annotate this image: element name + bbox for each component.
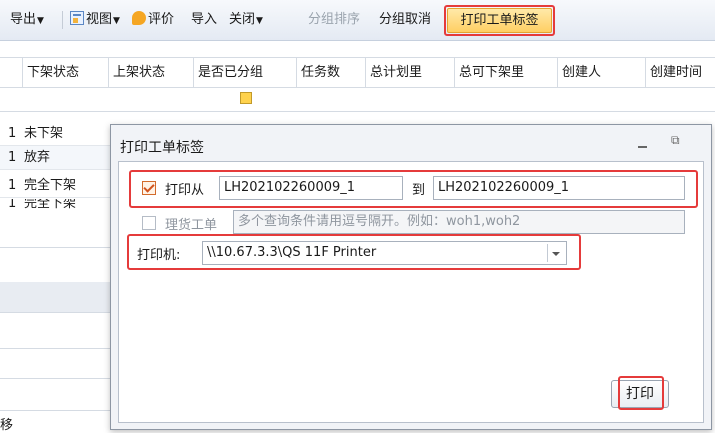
column-header[interactable]: 总计划里 — [365, 58, 454, 87]
printer-select[interactable]: \\10.67.3.3\QS 11F Printer — [202, 241, 567, 265]
column-header[interactable]: 任务数 — [296, 58, 365, 87]
chevron-down-icon: ▼ — [113, 16, 120, 26]
to-label: 到 — [412, 183, 426, 198]
from-input[interactable]: LH202102260009_1 — [219, 176, 403, 200]
grid-band — [0, 350, 120, 379]
row-count: 1 — [8, 178, 17, 193]
comment-icon — [132, 11, 146, 25]
chevron-down-icon — [547, 244, 564, 262]
table-row[interactable]: 1 放弃 — [0, 146, 120, 170]
group-sort-button[interactable]: 分组排序 — [308, 10, 360, 30]
column-header[interactable]: 是否已分组 — [193, 58, 296, 87]
import-button[interactable]: 导入 — [191, 10, 217, 30]
filter-row — [0, 87, 715, 112]
printer-value: \\10.67.3.3\QS 11F Printer — [207, 245, 377, 260]
view-menu[interactable]: 视图▼ — [70, 10, 120, 30]
table-row[interactable]: 1 完全下架 — [0, 199, 120, 211]
toolbar: 导出▼ 视图▼ 评价 导入 关闭▼ 分组排序 分组取消 打印工单标签 — [0, 0, 715, 41]
dialog-body: 打印从 LH202102260009_1 到 LH202102260009_1 … — [118, 161, 704, 423]
toolbar-separator — [62, 11, 63, 29]
highlight-box — [444, 5, 555, 36]
chevron-down-icon: ▼ — [256, 16, 263, 26]
grid-band — [0, 322, 120, 349]
view-icon — [70, 11, 84, 25]
grid-band — [0, 380, 120, 411]
minimize-icon[interactable] — [633, 135, 651, 153]
print-ticket-dialog: 打印工单标签 ⧉ 打印从 LH202102260009_1 到 LH202102… — [110, 124, 712, 430]
row-count: 1 — [8, 126, 17, 141]
ticket-label: 理货工单 — [165, 218, 218, 233]
to-input[interactable]: LH202102260009_1 — [433, 176, 685, 200]
evaluate-button[interactable]: 评价 — [132, 10, 174, 30]
printer-label: 打印机: — [137, 248, 181, 263]
column-header[interactable]: 创建人 — [557, 58, 645, 87]
chevron-down-icon: ▼ — [37, 16, 44, 26]
ticket-checkbox[interactable] — [142, 216, 156, 230]
grid-header: 下架状态 上架状态 是否已分组 任务数 总计划里 总可下架里 创建人 创建时间 — [0, 57, 715, 88]
row-count: 1 — [8, 199, 17, 211]
row-status: 完全下架 — [24, 178, 77, 193]
filter-checkbox[interactable] — [240, 92, 252, 104]
grid-band — [0, 211, 120, 248]
table-row[interactable]: 1 未下架 — [0, 122, 120, 146]
highlight-box — [618, 376, 664, 410]
dialog-title: 打印工单标签 — [120, 140, 204, 156]
close-label: 关闭 — [229, 12, 256, 27]
export-menu[interactable]: 导出▼ — [10, 10, 44, 30]
export-label: 导出 — [10, 12, 37, 27]
view-label: 视图 — [86, 12, 113, 27]
row-status: 放弃 — [24, 150, 51, 165]
ticket-input[interactable]: 多个查询条件请用逗号隔开。例如：woh1,woh2 — [233, 210, 685, 234]
print-from-checkbox[interactable] — [142, 181, 156, 195]
row-status: 未下架 — [24, 126, 64, 141]
evaluate-label: 评价 — [148, 12, 175, 27]
print-from-label: 打印从 — [165, 183, 205, 198]
row-count: 1 — [8, 150, 17, 165]
column-header[interactable]: 上架状态 — [108, 58, 193, 87]
grid-footer-text: 移 — [0, 418, 14, 433]
restore-icon[interactable]: ⧉ — [671, 133, 689, 151]
column-header[interactable]: 创建时间 — [645, 58, 715, 87]
grid-group-band — [0, 282, 120, 313]
row-status: 完全下架 — [24, 199, 77, 211]
table-row[interactable]: 1 完全下架 — [0, 174, 120, 198]
close-menu[interactable]: 关闭▼ — [229, 10, 263, 30]
column-header[interactable]: 总可下架里 — [454, 58, 557, 87]
ungroup-button[interactable]: 分组取消 — [379, 10, 431, 30]
column-header[interactable]: 下架状态 — [22, 58, 108, 87]
